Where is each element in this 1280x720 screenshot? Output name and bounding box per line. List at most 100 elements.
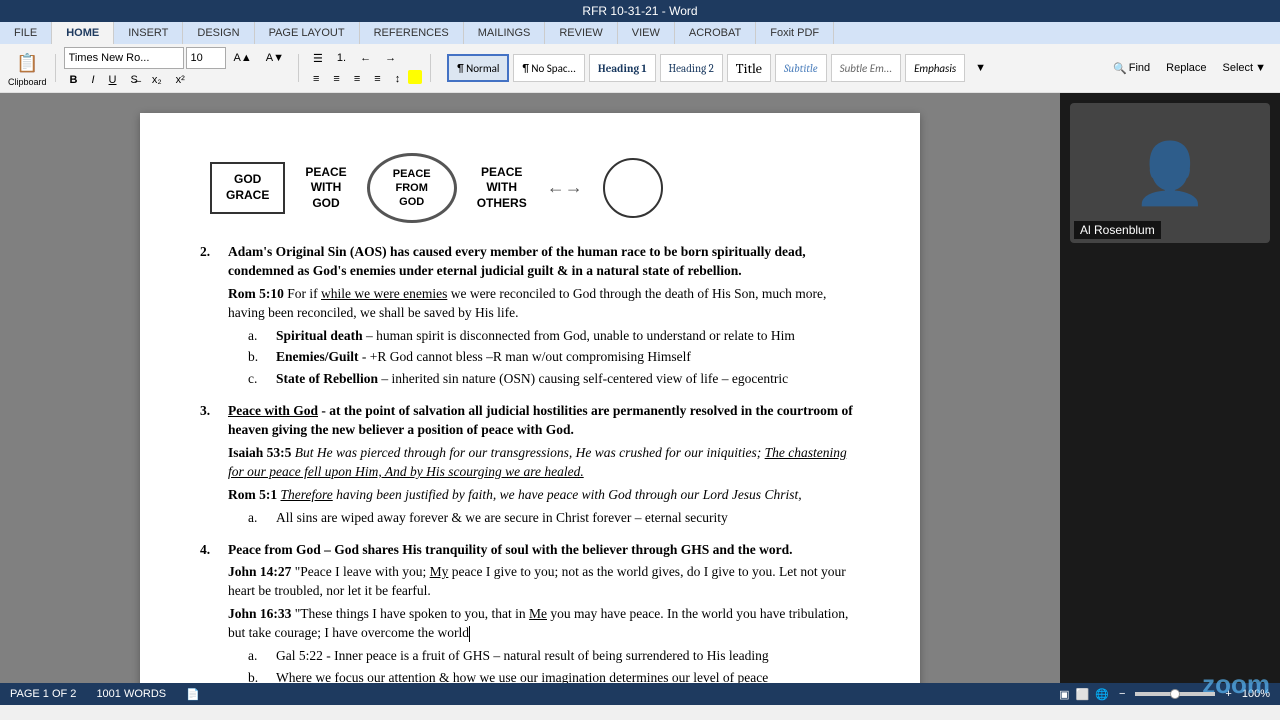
styles-group: ¶ Normal ¶ No Spac... Heading 1 Heading …	[439, 52, 1103, 84]
document-area[interactable]: GOD GRACE PEACE WITH GOD PEACE FROM GOD	[0, 93, 1060, 683]
para-2-text: Adam's Original Sin (AOS) has caused eve…	[228, 244, 806, 278]
title-bar: RFR 10-31-21 - Word	[0, 0, 1280, 22]
tab-home[interactable]: HOME	[52, 22, 114, 44]
zoom-minus[interactable]: −	[1119, 688, 1125, 700]
bullets-button[interactable]: ☰	[307, 49, 329, 68]
shading-button[interactable]	[408, 70, 422, 84]
document-title: RFR 10-31-21 - Word	[582, 4, 697, 18]
webcam-name-label: Al Rosenblum	[1074, 221, 1161, 239]
paragraph-4: 4. Peace from God – God shares His tranq…	[200, 541, 860, 683]
align-right-button[interactable]: ≡	[348, 70, 366, 88]
superscript-button[interactable]: x²	[170, 71, 191, 89]
clipboard-label: Clipboard	[8, 77, 47, 87]
tab-bar: FILE HOME INSERT DESIGN PAGE LAYOUT REFE…	[0, 22, 1280, 44]
bullet-2a: a. Spiritual death – human spirit is dis…	[248, 327, 860, 346]
para-4-content: Peace from God – God shares His tranquil…	[228, 541, 860, 683]
separator	[55, 54, 56, 82]
tab-mailings[interactable]: MAILINGS	[464, 22, 546, 44]
main-area: GOD GRACE PEACE WITH GOD PEACE FROM GOD	[0, 93, 1280, 683]
webcam-video: Al Rosenblum	[1070, 103, 1270, 243]
shrink-font-button[interactable]: A▼	[260, 49, 290, 67]
para-4-num: 4.	[200, 541, 228, 683]
font-size-selector[interactable]	[186, 47, 226, 69]
diagram-row: GOD GRACE PEACE WITH GOD PEACE FROM GOD	[200, 153, 860, 223]
separator2	[298, 54, 299, 82]
doc-mode-icon: 📄	[186, 688, 200, 701]
full-screen-icon[interactable]: ⬜	[1076, 688, 1090, 701]
style-subtitle[interactable]: Subtitle	[775, 54, 827, 82]
tab-page-layout[interactable]: PAGE LAYOUT	[255, 22, 360, 44]
styles-more-button[interactable]: ▼	[969, 59, 992, 77]
para-3-verse1: Isaiah 53:5 But He was pierced through f…	[228, 444, 860, 482]
diagram-circle-peace-from-god: PEACE FROM GOD	[367, 153, 457, 223]
diagram-box-god-grace: GOD GRACE	[210, 162, 285, 213]
bullet-2b: b. Enemies/Guilt - +R God cannot bless –…	[248, 348, 860, 367]
document-content: GOD GRACE PEACE WITH GOD PEACE FROM GOD	[200, 153, 860, 683]
strikethrough-button[interactable]: S̶	[125, 71, 144, 89]
tab-design[interactable]: DESIGN	[183, 22, 254, 44]
font-group: A▲ A▼ B I U S̶ x₂ x²	[64, 47, 290, 89]
numbering-button[interactable]: 1.	[331, 49, 352, 68]
align-center-button[interactable]: ≡	[327, 70, 345, 88]
view-icons: ▣ ⬜ 🌐	[1059, 688, 1109, 701]
para-2-num: 2.	[200, 243, 228, 392]
paragraph-group: ☰ 1. ← → ≡ ≡ ≡ ≡ ↕	[307, 49, 422, 88]
bullet-2c: c. State of Rebellion – inherited sin na…	[248, 370, 860, 389]
find-button[interactable]: 🔍 Find	[1107, 59, 1156, 78]
para-4-bullets: a. Gal 5:22 - Inner peace is a fruit of …	[248, 647, 860, 683]
para-3-bullets: a. All sins are wiped away forever & we …	[248, 509, 860, 528]
clipboard-group: 📋 Clipboard	[8, 50, 47, 87]
indent-less-button[interactable]: ←	[354, 49, 377, 68]
page-info: PAGE 1 OF 2	[10, 688, 76, 700]
word-count: 1001 WORDS	[96, 688, 166, 700]
underline-button[interactable]: U	[103, 71, 123, 89]
style-normal[interactable]: ¶ Normal	[447, 54, 509, 82]
web-layout-icon[interactable]: 🌐	[1095, 688, 1109, 701]
tab-acrobat[interactable]: ACROBAT	[675, 22, 756, 44]
italic-button[interactable]: I	[85, 71, 100, 89]
select-button[interactable]: Select ▼	[1217, 59, 1272, 77]
bullet-4b: b. Where we focus our attention & how we…	[248, 669, 860, 683]
para-3-verse2: Rom 5:1 Therefore having been justified …	[228, 486, 860, 505]
tab-references[interactable]: REFERENCES	[360, 22, 464, 44]
style-subtle-em[interactable]: Subtle Em...	[831, 54, 902, 82]
separator3	[430, 54, 431, 82]
zoom-slider[interactable]	[1135, 692, 1215, 696]
toolbar: 📋 Clipboard A▲ A▼ B I U S̶ x₂ x² ☰ 1. ← …	[0, 44, 1280, 93]
status-bar: PAGE 1 OF 2 1001 WORDS 📄 ▣ ⬜ 🌐 − + 100%	[0, 683, 1280, 705]
para-2-verse: Rom 5:10 For if while we were enemies we…	[228, 285, 860, 323]
tab-review[interactable]: REVIEW	[545, 22, 617, 44]
paragraph-3: 3. Peace with God - at the point of salv…	[200, 402, 860, 530]
font-family-selector[interactable]	[64, 47, 184, 69]
para-2-bullets: a. Spiritual death – human spirit is dis…	[248, 327, 860, 390]
diagram-label-peace-with-others: PEACE WITH OTHERS	[477, 165, 527, 212]
tab-file[interactable]: FILE	[0, 22, 52, 44]
tab-foxit[interactable]: Foxit PDF	[756, 22, 834, 44]
style-title[interactable]: Title	[727, 54, 771, 82]
webcam-panel: Al Rosenblum zoom	[1060, 93, 1280, 683]
style-heading1[interactable]: Heading 1	[589, 54, 656, 82]
paste-button[interactable]: 📋	[9, 50, 45, 77]
indent-more-button[interactable]: →	[379, 49, 402, 68]
text-cursor	[469, 626, 470, 642]
para-4-verse1: John 14:27 "Peace I leave with you; My p…	[228, 563, 860, 601]
grow-font-button[interactable]: A▲	[228, 49, 258, 67]
para-4-verse2: John 16:33 "These things I have spoken t…	[228, 605, 860, 643]
bold-button[interactable]: B	[64, 71, 84, 89]
line-spacing-button[interactable]: ↕	[389, 70, 407, 88]
document-page: GOD GRACE PEACE WITH GOD PEACE FROM GOD	[140, 113, 920, 683]
tab-insert[interactable]: INSERT	[114, 22, 183, 44]
diagram-label-peace-with-god: PEACE WITH GOD	[305, 165, 346, 212]
tab-view[interactable]: VIEW	[618, 22, 675, 44]
bullet-3a: a. All sins are wiped away forever & we …	[248, 509, 860, 528]
style-heading2[interactable]: Heading 2	[660, 54, 723, 82]
para-3-content: Peace with God - at the point of salvati…	[228, 402, 860, 530]
style-emphasis[interactable]: Emphasis	[905, 54, 965, 82]
justify-button[interactable]: ≡	[368, 70, 386, 88]
replace-button[interactable]: Replace	[1160, 59, 1212, 77]
subscript-button[interactable]: x₂	[146, 71, 168, 89]
print-layout-icon[interactable]: ▣	[1059, 688, 1069, 701]
style-nospace[interactable]: ¶ No Spac...	[513, 54, 584, 82]
diagram-empty-circle	[603, 158, 663, 218]
align-left-button[interactable]: ≡	[307, 70, 325, 88]
